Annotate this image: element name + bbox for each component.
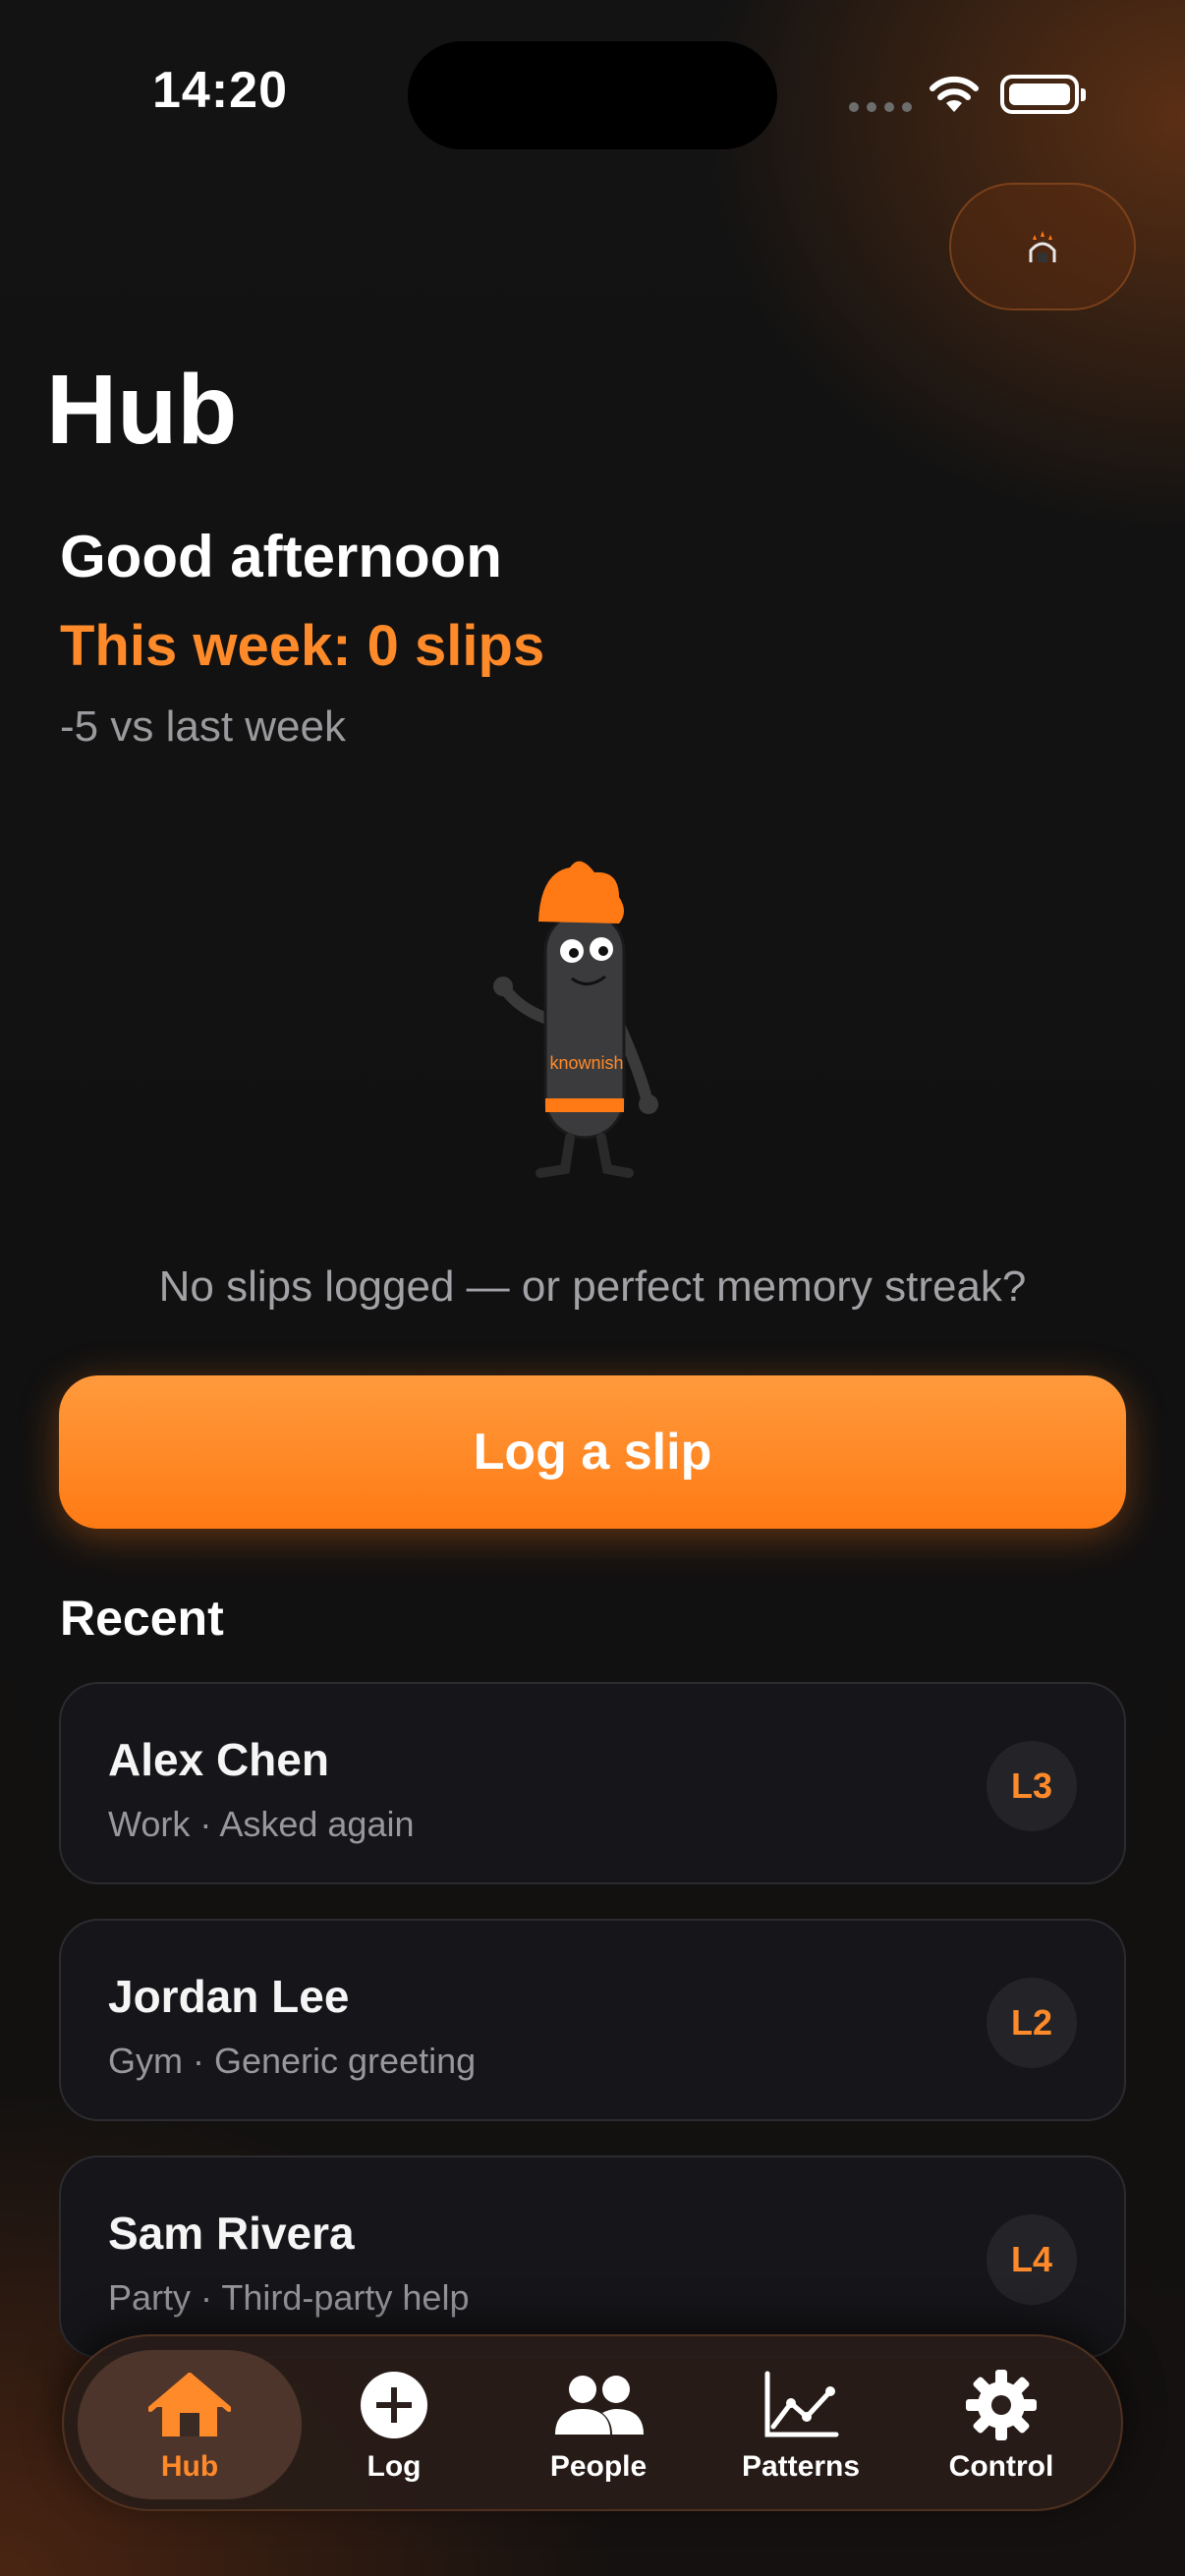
mascot-illustration: knownish	[493, 861, 658, 1178]
tab-control[interactable]: Control	[889, 2350, 1113, 2499]
people-icon	[555, 2376, 644, 2435]
status-time: 14:20	[152, 62, 288, 119]
gear-icon	[966, 2370, 1037, 2440]
recent-section-title: Recent	[60, 1591, 224, 1646]
tab-label: Log	[367, 2450, 422, 2483]
recent-item[interactable]: Jordan Lee Gym · Generic greeting L2	[59, 1919, 1126, 2121]
recent-item-meta: Work · Asked again	[108, 1804, 415, 1844]
tab-label: Patterns	[741, 2450, 861, 2483]
tab-bar: Hub Log People Patterns Control	[62, 2334, 1123, 2511]
tab-label: Control	[948, 2450, 1054, 2483]
empty-state-message: No slips logged — or perfect memory stre…	[158, 1262, 1027, 1311]
tab-patterns[interactable]: Patterns	[689, 2350, 913, 2499]
dynamic-island	[408, 41, 777, 149]
recent-item-name: Jordan Lee	[108, 1971, 350, 2022]
recent-item-meta: Gym · Generic greeting	[108, 2041, 477, 2081]
battery-icon	[1000, 75, 1086, 114]
home-icon	[148, 2373, 231, 2436]
recent-item[interactable]: Sam Rivera Party · Third-party help L4	[59, 2156, 1126, 2358]
log-slip-button[interactable]: Log a slip	[59, 1375, 1126, 1529]
recent-item-name: Alex Chen	[108, 1734, 329, 1785]
mascot-menu-button[interactable]	[949, 183, 1136, 310]
wifi-icon	[930, 76, 979, 112]
level-badge: L3	[987, 1741, 1077, 1831]
campfire-icon	[1029, 231, 1056, 262]
weekly-slips-count: This week: 0 slips	[60, 614, 545, 678]
tab-log[interactable]: Log	[282, 2350, 506, 2499]
tab-label: Hub	[160, 2450, 219, 2483]
recent-item-meta: Party · Third-party help	[108, 2277, 470, 2318]
level-badge: L4	[987, 2214, 1077, 2305]
mascot-shirt-text: knownish	[549, 1053, 623, 1073]
plus-circle-icon	[361, 2372, 427, 2438]
recent-item[interactable]: Alex Chen Work · Asked again L3	[59, 1682, 1126, 1884]
recent-item-name: Sam Rivera	[108, 2208, 355, 2259]
cellular-signal-icon	[849, 102, 912, 112]
tab-people[interactable]: People	[486, 2350, 710, 2499]
weekly-delta-text: -5 vs last week	[60, 702, 346, 751]
chart-icon	[764, 2371, 839, 2437]
page-title: Hub	[46, 355, 238, 465]
tab-hub[interactable]: Hub	[78, 2350, 302, 2499]
level-badge: L2	[987, 1978, 1077, 2068]
greeting-text: Good afternoon	[60, 524, 502, 589]
tab-label: People	[549, 2450, 648, 2483]
